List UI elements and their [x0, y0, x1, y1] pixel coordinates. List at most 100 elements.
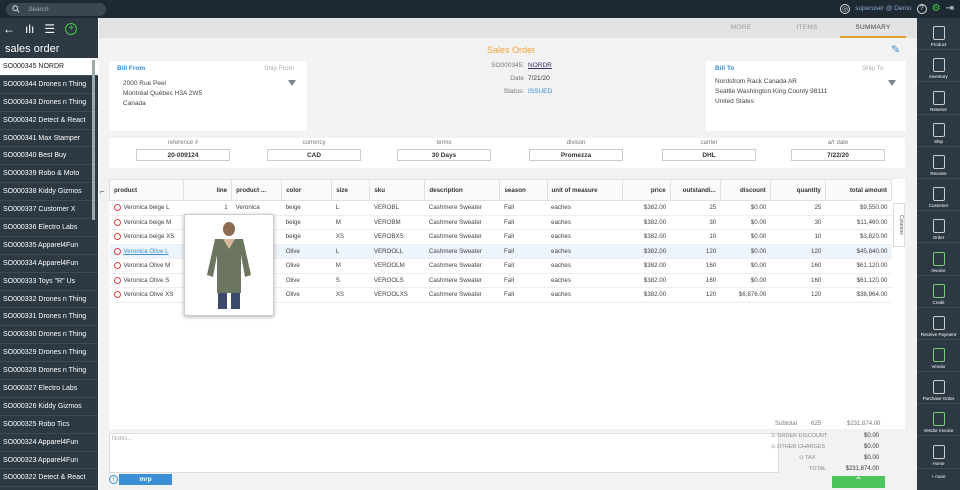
field-value[interactable]: Promezza [529, 149, 623, 161]
sidebar-order-item[interactable]: SO000343 Drones n Thing [0, 94, 98, 112]
product-cell[interactable]: Veronica Olive XS [109, 287, 184, 303]
column-header[interactable]: price [621, 179, 671, 201]
sidebar-order-item[interactable]: SO000327 Electro Labs [0, 380, 98, 398]
sidebar-order-item[interactable]: SO000345 NORDR [0, 58, 98, 76]
sidebar-order-item[interactable]: SO000336 Electro Labs [0, 219, 98, 237]
sidebar-order-item[interactable]: SO000334 Apparel4Fun [0, 255, 98, 273]
field-divison[interactable]: divison Promezza [529, 140, 623, 161]
row-status-icon[interactable] [113, 218, 121, 226]
product-name[interactable]: Veronica Olive XS [124, 291, 174, 298]
field-a-r-date[interactable]: a/r date 7/22/20 [791, 140, 885, 161]
sidebar-order-item[interactable]: SO000337 Customer X [0, 201, 98, 220]
sidebar-order-item[interactable]: SO000344 Drones n Thing [0, 76, 98, 94]
nav-credit[interactable]: Credit [917, 276, 960, 308]
row-status-icon[interactable] [113, 276, 121, 284]
column-header[interactable]: line [183, 179, 233, 201]
product-name[interactable]: Veronica Olive M [124, 262, 171, 269]
sidebar-order-item[interactable]: SO000333 Toys "R" Us [0, 273, 98, 291]
sidebar-order-item[interactable]: SO000342 Detect & React [0, 112, 98, 130]
ship-to-label[interactable]: Ship To [862, 65, 884, 72]
tab-items[interactable]: ITEMS [774, 18, 840, 38]
nav-receive-payment[interactable]: Receive Payment [917, 308, 960, 340]
product-name[interactable]: Veronica Olive L [124, 248, 169, 255]
product-cell[interactable]: Veronica Olive L [109, 244, 184, 259]
sidebar-order-item[interactable]: SO000328 Drones n Thing [0, 362, 98, 381]
field-value[interactable]: 7/22/20 [791, 149, 885, 161]
info-icon[interactable]: i [109, 475, 118, 484]
columns-button[interactable]: Columns [893, 203, 905, 247]
product-name[interactable]: Veronica beige XS [124, 233, 175, 240]
sidebar-order-item[interactable]: SO000339 Robo & Moto [0, 165, 98, 184]
column-header[interactable]: unit of measure [546, 179, 623, 201]
sidebar-order-item[interactable]: SO000338 Kiddy Gizmos [0, 183, 98, 202]
bill-from-dropdown-icon[interactable] [288, 80, 296, 86]
user-label[interactable]: superuser @ Demo [855, 5, 911, 12]
expand-icon[interactable]: ⌐ [100, 187, 105, 196]
sidebar-order-item[interactable]: SO000335 Apparel4Fun [0, 237, 98, 255]
nav-customer[interactable]: Customer [917, 179, 960, 212]
user-icon[interactable]: ◎ [840, 3, 851, 14]
ship-from-label[interactable]: Ship From [264, 65, 294, 72]
column-header[interactable]: season [499, 179, 548, 201]
field-terms[interactable]: terms 30 Days [397, 140, 491, 161]
sidebar-order-item[interactable]: SO000341 Max Stamper [0, 130, 98, 148]
logout-icon[interactable]: ⇥ [946, 3, 954, 14]
nav-product[interactable]: Product [917, 18, 960, 51]
nav-receive[interactable]: Receive [917, 147, 960, 179]
chart-icon[interactable]: ılı [25, 22, 34, 36]
sidebar-order-item[interactable]: SO000323 Apparel4Fun [0, 452, 98, 470]
product-name[interactable]: Veronica beige L [124, 204, 170, 211]
column-header[interactable]: quantity [769, 179, 826, 201]
nav-vendor[interactable]: Vendor [917, 340, 960, 373]
tab-more[interactable]: MORE [708, 18, 774, 38]
column-header[interactable]: total amount [824, 179, 893, 201]
field-value[interactable]: 30 Days [397, 149, 491, 161]
sidebar-order-item[interactable]: SO000332 Drones n Thing [0, 291, 98, 309]
field-reference[interactable]: reference # 20-009124 [136, 140, 230, 161]
column-header[interactable]: outstandi... [669, 179, 721, 201]
product-cell[interactable]: Veronica beige M [109, 215, 184, 230]
mrp-button[interactable]: mrp [119, 474, 172, 485]
column-header[interactable]: sku [369, 179, 426, 201]
product-cell[interactable]: Veronica Olive S [109, 273, 184, 288]
edit-icon[interactable]: ✎ [891, 43, 900, 56]
sidebar-order-item[interactable]: SO000329 Drones n Thing [0, 344, 98, 363]
field-carrier[interactable]: carrier DHL [662, 140, 756, 161]
product-cell[interactable]: Veronica beige L [109, 200, 184, 216]
tax-label[interactable]: ⊙ TAX [799, 455, 815, 461]
table-row[interactable]: Veronica beige L 1 Veronica beige L VEROBL Cas… [109, 200, 892, 216]
product-cell[interactable]: Veronica beige XS [109, 229, 184, 245]
sidebar-order-item[interactable]: SO000324 Apparel4Fun [0, 434, 98, 452]
tab-summary[interactable]: SUMMARY [840, 18, 906, 38]
nav-inventory[interactable]: Inventory [917, 50, 960, 83]
nav-home[interactable]: Home [917, 436, 960, 469]
sidebar-order-item[interactable]: SO000331 Drones n Thing [0, 308, 98, 327]
column-header[interactable]: color [281, 179, 333, 201]
column-header[interactable]: product ... [231, 179, 283, 201]
column-header[interactable]: size [331, 179, 371, 201]
bill-to-dropdown-icon[interactable] [888, 80, 896, 86]
field-currency[interactable]: currency CAD [267, 140, 361, 161]
sidebar-order-item[interactable]: SO000326 Kiddy Gizmos [0, 398, 98, 416]
notes-field[interactable]: Notes... [109, 433, 779, 473]
product-name[interactable]: Veronica Olive S [124, 277, 170, 284]
nav-purchase-order[interactable]: Purchase Order [917, 372, 960, 405]
add-icon[interactable]: + [65, 23, 78, 35]
field-value[interactable]: CAD [267, 149, 361, 161]
column-header[interactable]: discount [719, 179, 771, 201]
nav-more[interactable]: + more [917, 469, 960, 481]
product-name[interactable]: Veronica beige M [124, 219, 172, 226]
collapse-up-button[interactable]: ⌃ [832, 476, 885, 488]
list-icon[interactable]: ☰ [44, 22, 55, 36]
nav-vendor-invoice[interactable]: Vendor Invoice [917, 404, 960, 437]
back-arrow-icon[interactable]: ← [3, 22, 15, 36]
column-header[interactable]: product [108, 179, 185, 201]
help-icon[interactable]: ? [916, 3, 927, 14]
sidebar-order-item[interactable]: SO000322 Detect & React [0, 469, 98, 488]
column-header[interactable]: description [424, 179, 501, 201]
sidebar-order-item[interactable]: SO000325 Robo Tics [0, 416, 98, 434]
order-discount-label[interactable]: ⊙ ORDER DISCOUNT [771, 433, 827, 439]
row-status-icon[interactable] [113, 233, 121, 241]
row-status-icon[interactable] [113, 291, 121, 299]
nav-reserve[interactable]: Reserve [917, 82, 960, 115]
